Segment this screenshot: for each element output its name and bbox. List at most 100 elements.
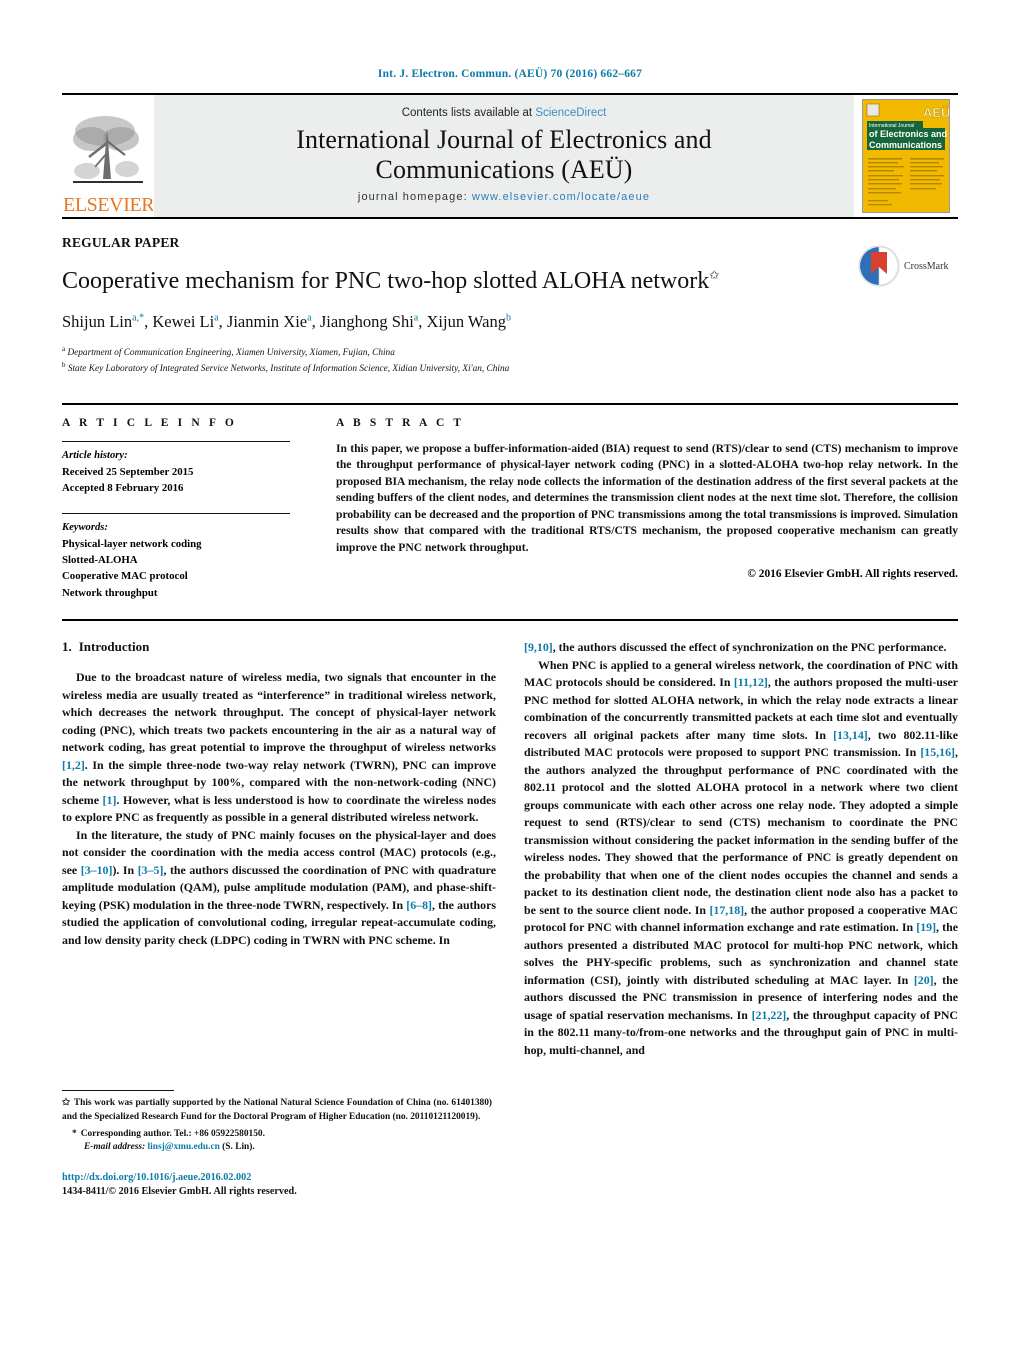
body-column-right: [9,10], the authors discussed the effect… bbox=[524, 639, 958, 1199]
affiliation-item: a Department of Communication Engineerin… bbox=[62, 344, 958, 361]
article-info-heading: A R T I C L E I N F O bbox=[62, 416, 237, 429]
abstract-column: A B S T R A C T In this paper, we propos… bbox=[320, 417, 958, 601]
author-mark: b bbox=[505, 312, 511, 324]
svg-text:Communications: Communications bbox=[869, 140, 942, 150]
affiliation-mark: a bbox=[62, 344, 66, 353]
doi-link[interactable]: http://dx.doi.org/10.1016/j.aeue.2016.02… bbox=[62, 1171, 492, 1185]
received-date: Received 25 September 2015 bbox=[62, 465, 194, 478]
journal-cover-thumbnail: AEÜ International Journal of Electronics… bbox=[854, 95, 958, 217]
paragraph: When PNC is applied to a general wireles… bbox=[524, 657, 959, 1057]
issn-copyright-line: 1434-8411/© 2016 Elsevier GmbH. All righ… bbox=[62, 1185, 297, 1197]
section-number: 1. bbox=[62, 639, 72, 655]
footnote-funding: ✩ This work was partially supported by th… bbox=[62, 1097, 492, 1124]
footnote-divider bbox=[62, 1090, 174, 1092]
footnote-email: E-mail address: linsj@xmu.edu.cn (S. Lin… bbox=[62, 1141, 492, 1154]
keyword-item: Slotted-ALOHA bbox=[62, 553, 138, 566]
keyword-item: Physical-layer network coding bbox=[62, 537, 202, 550]
running-head: Int. J. Electron. Commun. (AEÜ) 70 (2016… bbox=[377, 68, 643, 80]
contents-available-label: Contents lists available at bbox=[401, 106, 536, 119]
svg-text:AEÜ: AEÜ bbox=[923, 105, 949, 120]
cover-artwork-icon: AEÜ International Journal of Electronics… bbox=[863, 100, 949, 212]
section-heading-introduction: 1. Introduction bbox=[62, 639, 496, 655]
author-mark: a,* bbox=[132, 312, 145, 324]
citation-reference[interactable]: [20] bbox=[914, 973, 934, 987]
affiliation-text: State Key Laboratory of Integrated Servi… bbox=[67, 364, 510, 375]
citation-reference[interactable]: [15,16] bbox=[920, 745, 955, 759]
author-name[interactable]: Jianghong Shi bbox=[320, 312, 414, 331]
abstract-copyright: © 2016 Elsevier GmbH. All rights reserve… bbox=[747, 568, 958, 581]
citation-reference[interactable]: [6–8] bbox=[406, 898, 432, 912]
author-name[interactable]: Jianmin Xie bbox=[227, 312, 307, 331]
sciencedirect-link[interactable]: ScienceDirect bbox=[535, 107, 606, 119]
accepted-date: Accepted 8 February 2016 bbox=[62, 482, 184, 495]
author-name[interactable]: Shijun Lin bbox=[62, 312, 132, 331]
journal-masthead: ELSEVIER Contents lists available at Sci… bbox=[62, 93, 958, 219]
citation-reference[interactable]: [3–5] bbox=[138, 863, 164, 877]
cover-image: AEÜ International Journal of Electronics… bbox=[862, 99, 950, 213]
article-info-column: A R T I C L E I N F O Article history: R… bbox=[62, 417, 320, 601]
crossmark-badge[interactable]: CrossMark bbox=[858, 241, 958, 291]
email-link[interactable]: linsj@xmu.edu.cn bbox=[148, 1142, 220, 1152]
contents-available-line: Contents lists available at ScienceDirec… bbox=[402, 107, 607, 119]
section-title: Introduction bbox=[78, 639, 150, 655]
journal-homepage-url[interactable]: www.elsevier.com/locate/aeue bbox=[472, 191, 650, 203]
svg-text:of Electronics and: of Electronics and bbox=[869, 129, 947, 139]
citation-reference[interactable]: [11,12] bbox=[734, 675, 768, 689]
keyword-item: Network throughput bbox=[62, 586, 158, 599]
email-label: E-mail address: bbox=[84, 1142, 146, 1153]
footnote-corresponding: * Corresponding author. Tel.: +86 0592258… bbox=[62, 1128, 492, 1141]
article-history-label: Article history: bbox=[62, 449, 128, 461]
paragraph: Due to the broadcast nature of wireless … bbox=[62, 670, 497, 825]
author-mark: a bbox=[413, 312, 419, 324]
citation-reference[interactable]: [3–10] bbox=[81, 863, 113, 877]
keyword-item: Cooperative MAC protocol bbox=[62, 570, 188, 583]
affiliation-item: b State Key Laboratory of Integrated Ser… bbox=[62, 360, 958, 377]
footnote-funding-text: This work was partially supported by the… bbox=[62, 1098, 492, 1122]
citation-reference[interactable]: [17,18] bbox=[709, 903, 744, 917]
elsevier-logo: ELSEVIER bbox=[62, 95, 154, 217]
journal-homepage-label: journal homepage: bbox=[357, 191, 472, 204]
author-list: Shijun Lina,*, Kewei Lia, Jianmin Xiea, … bbox=[62, 311, 511, 331]
citation-reference[interactable]: [13,14] bbox=[833, 728, 868, 742]
page-title: Cooperative mechanism for PNC two-hop sl… bbox=[62, 267, 832, 296]
article-type-label: REGULAR PAPER bbox=[62, 235, 180, 250]
info-abstract-region: A R T I C L E I N F O Article history: R… bbox=[62, 402, 958, 601]
email-suffix: (S. Lin). bbox=[222, 1142, 255, 1153]
journal-title-line-1: International Journal of Electronics and bbox=[296, 124, 712, 154]
keywords-label: Keywords: bbox=[62, 521, 108, 533]
citation-reference[interactable]: [1] bbox=[103, 793, 117, 807]
corresponding-author-text: Corresponding author. Tel.: +86 05922580… bbox=[80, 1128, 265, 1139]
affiliation-text: Department of Communication Engineering,… bbox=[67, 347, 395, 358]
crossmark-logo-icon bbox=[858, 245, 900, 287]
affiliation-list: a Department of Communication Engineerin… bbox=[62, 344, 958, 377]
body-column-left: 1. Introduction Due to the broadcast natu… bbox=[62, 639, 496, 1199]
citation-reference[interactable]: [9,10] bbox=[524, 640, 553, 654]
paragraph: [9,10], the authors discussed the effect… bbox=[524, 640, 947, 655]
footnote-mark: ✩ bbox=[62, 1098, 70, 1109]
author-name[interactable]: Kewei Li bbox=[152, 312, 214, 331]
footnote-region: ✩ This work was partially supported by th… bbox=[62, 1090, 492, 1199]
title-footnote-mark: ✩ bbox=[709, 268, 720, 282]
elsevier-wordmark: ELSEVIER bbox=[63, 195, 153, 215]
journal-article-page: Int. J. Electron. Commun. (AEÜ) 70 (2016… bbox=[0, 0, 1020, 1351]
elsevier-tree-icon bbox=[73, 116, 143, 183]
affiliation-mark: b bbox=[62, 361, 66, 370]
citation-reference[interactable]: [1,2] bbox=[62, 758, 85, 772]
journal-title-line-2: Communications (AEÜ) bbox=[375, 155, 633, 184]
citation-reference[interactable]: [19] bbox=[916, 920, 936, 934]
divider bbox=[62, 512, 290, 514]
author-mark: a bbox=[307, 312, 312, 324]
paragraph: In the literature, the study of PNC main… bbox=[62, 827, 496, 947]
body-region: 1. Introduction Due to the broadcast natu… bbox=[62, 619, 958, 1199]
article-title-block: REGULAR PAPER Cooperative mechanism for … bbox=[62, 219, 958, 377]
abstract-heading: A B S T R A C T bbox=[336, 416, 465, 429]
crossmark-label: CrossMark bbox=[904, 260, 949, 272]
author-mark: a bbox=[214, 312, 219, 324]
masthead-center: Contents lists available at ScienceDirec… bbox=[154, 95, 854, 217]
author-name[interactable]: Xijun Wang bbox=[426, 312, 506, 331]
abstract-text: In this paper, we propose a buffer-infor… bbox=[336, 441, 958, 554]
journal-title: International Journal of Electronics and… bbox=[296, 125, 712, 185]
citation-reference[interactable]: [21,22] bbox=[752, 1008, 787, 1022]
divider bbox=[62, 440, 290, 442]
crossmark-icon bbox=[858, 245, 900, 287]
